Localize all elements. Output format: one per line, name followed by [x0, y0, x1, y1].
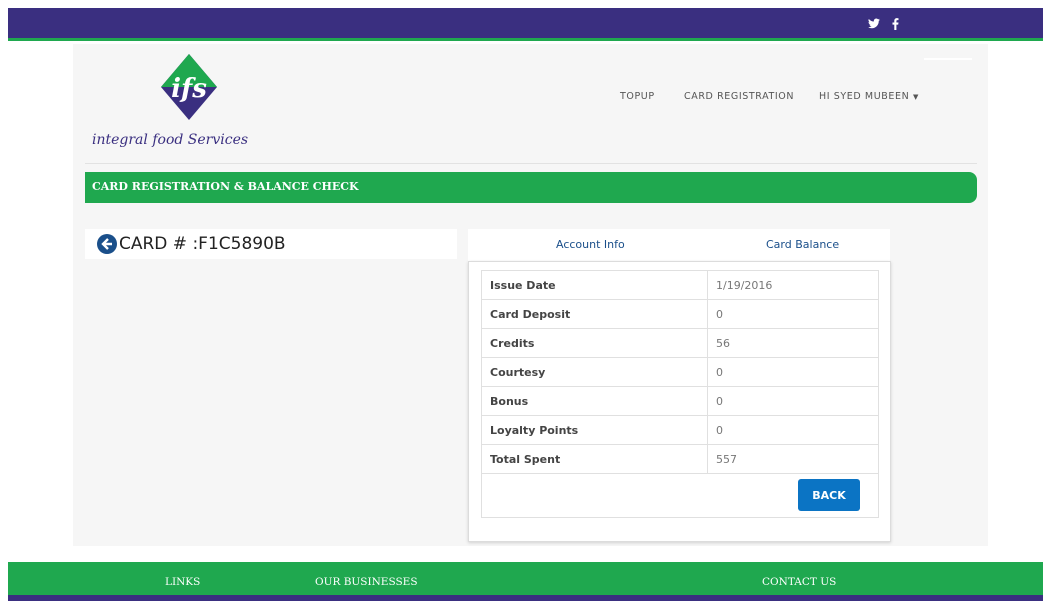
back-button[interactable]: BACK: [798, 479, 860, 511]
card-header: CARD # :F1C5890B: [85, 229, 457, 259]
table-row: Total Spent 557: [481, 444, 879, 474]
balance-panel: Issue Date 1/19/2016 Card Deposit 0 Credit…: [468, 261, 891, 542]
user-menu-label: HI SYED MUBEEN: [819, 91, 910, 102]
row-label: Loyalty Points: [481, 415, 708, 445]
row-value: 0: [707, 357, 879, 387]
social-links: [868, 18, 899, 33]
table-row: Card Deposit 0: [481, 299, 879, 329]
caret-down-icon: ▼: [912, 93, 919, 101]
nav-topup[interactable]: TOPUP: [620, 91, 655, 102]
table-row: Loyalty Points 0: [481, 415, 879, 445]
logo-letters: ifs: [171, 74, 207, 104]
row-label: Courtesy: [481, 357, 708, 387]
row-value: 56: [707, 328, 879, 358]
card-number-title: CARD # :F1C5890B: [119, 234, 286, 254]
section-banner: CARD REGISTRATION & BALANCE CHECK: [85, 172, 977, 203]
footer: LINKS OUR BUSINESSES CONTACT US: [8, 562, 1043, 601]
row-value: 0: [707, 299, 879, 329]
row-label: Bonus: [481, 386, 708, 416]
nav-card-registration[interactable]: CARD REGISTRATION: [684, 91, 794, 102]
logo-mark: ifs: [161, 54, 217, 120]
footer-links[interactable]: LINKS: [165, 576, 200, 588]
table-row: Issue Date 1/19/2016: [481, 270, 879, 300]
table-row: Bonus 0: [481, 386, 879, 416]
twitter-icon[interactable]: [868, 18, 880, 33]
nav-divider: [85, 163, 977, 164]
top-bar: [8, 8, 1043, 41]
row-value: 0: [707, 386, 879, 416]
back-arrow-icon[interactable]: [97, 234, 117, 254]
row-label: Card Deposit: [481, 299, 708, 329]
row-value: 0: [707, 415, 879, 445]
balance-table: Issue Date 1/19/2016 Card Deposit 0 Credit…: [481, 270, 879, 474]
row-label: Total Spent: [481, 444, 708, 474]
row-label: Issue Date: [481, 270, 708, 300]
footer-our-businesses[interactable]: OUR BUSINESSES: [315, 576, 418, 588]
button-row: BACK: [481, 472, 879, 518]
user-menu[interactable]: HI SYED MUBEEN ▼: [819, 91, 919, 102]
logo-text: integral food Services: [92, 132, 249, 148]
ifs-logo[interactable]: ifs integral food Services: [92, 54, 272, 154]
footer-contact-us[interactable]: CONTACT US: [762, 576, 836, 588]
row-label: Credits: [481, 328, 708, 358]
tab-card-balance[interactable]: Card Balance: [766, 238, 839, 251]
facebook-icon[interactable]: [892, 18, 899, 33]
table-row: Credits 56: [481, 328, 879, 358]
tab-account-info[interactable]: Account Info: [556, 238, 625, 251]
row-value: 557: [707, 444, 879, 474]
row-value: 1/19/2016: [707, 270, 879, 300]
tab-bar: Account Info Card Balance: [468, 229, 890, 261]
nav-decoration: [924, 58, 972, 60]
table-row: Courtesy 0: [481, 357, 879, 387]
